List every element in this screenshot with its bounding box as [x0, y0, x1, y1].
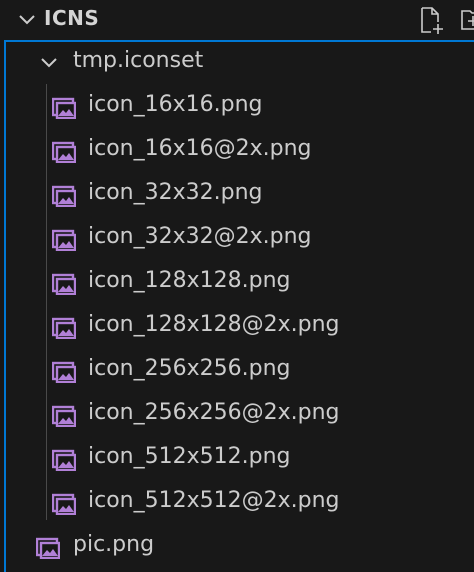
new-folder-icon[interactable]	[458, 5, 474, 35]
explorer-section-header[interactable]: ICNS	[0, 0, 474, 40]
image-file-icon	[52, 141, 76, 163]
image-file-icon	[52, 493, 76, 515]
tree-file-item[interactable]: icon_128x128@2x.png	[0, 306, 474, 350]
file-label: icon_128x128.png	[88, 268, 291, 293]
file-label: icon_512x512@2x.png	[88, 488, 340, 513]
tree-file-item[interactable]: icon_256x256@2x.png	[0, 394, 474, 438]
tree-file-item[interactable]: icon_512x512@2x.png	[0, 482, 474, 526]
file-label: icon_256x256@2x.png	[88, 400, 340, 425]
chevron-down-icon[interactable]	[38, 52, 60, 74]
tree-file-item[interactable]: icon_32x32@2x.png	[0, 218, 474, 262]
folder-label: tmp.iconset	[73, 48, 204, 73]
tree-file-pic[interactable]: pic.png	[0, 526, 474, 570]
tree-file-item[interactable]: icon_16x16@2x.png	[0, 130, 474, 174]
tree-file-item[interactable]: icon_256x256.png	[0, 350, 474, 394]
tree-file-item[interactable]: icon_16x16.png	[0, 86, 474, 130]
file-label: icon_128x128@2x.png	[88, 312, 340, 337]
chevron-down-icon[interactable]	[16, 9, 38, 31]
file-label: icon_16x16.png	[88, 92, 263, 117]
image-file-icon	[52, 97, 76, 119]
tree-folder-tmp-iconset[interactable]: tmp.iconset	[0, 42, 474, 86]
new-file-icon[interactable]	[416, 5, 446, 35]
file-label: icon_32x32.png	[88, 180, 263, 205]
file-label: icon_256x256.png	[88, 356, 291, 381]
image-file-icon	[36, 537, 60, 559]
file-label: icon_32x32@2x.png	[88, 224, 312, 249]
image-file-icon	[52, 185, 76, 207]
file-label: icon_512x512.png	[88, 444, 291, 469]
file-label: pic.png	[73, 532, 155, 557]
image-file-icon	[52, 449, 76, 471]
image-file-icon	[52, 405, 76, 427]
section-title: ICNS	[44, 6, 100, 30]
tree-file-item[interactable]: icon_512x512.png	[0, 438, 474, 482]
image-file-icon	[52, 229, 76, 251]
tree-file-item[interactable]: icon_128x128.png	[0, 262, 474, 306]
image-file-icon	[52, 317, 76, 339]
image-file-icon	[52, 273, 76, 295]
file-label: icon_16x16@2x.png	[88, 136, 312, 161]
tree-file-item[interactable]: icon_32x32.png	[0, 174, 474, 218]
image-file-icon	[52, 361, 76, 383]
